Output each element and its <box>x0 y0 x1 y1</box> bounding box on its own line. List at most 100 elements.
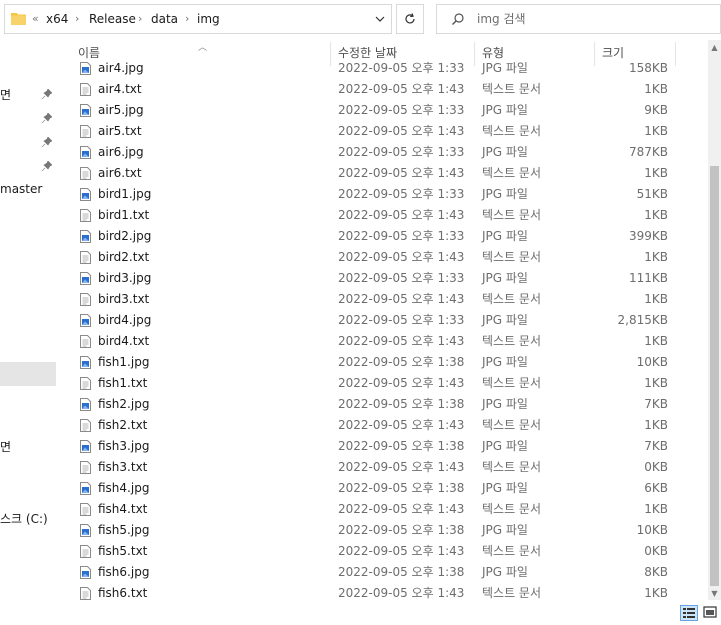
file-row[interactable]: air4.jpg 2022-09-05 오후 1:33 JPG 파일 158KB <box>58 60 708 79</box>
file-name: bird4.txt <box>98 334 150 348</box>
details-view-icon <box>683 608 695 618</box>
file-size: 2,815KB <box>617 313 668 327</box>
file-row[interactable]: air5.jpg 2022-09-05 오후 1:33 JPG 파일 9KB <box>58 100 708 121</box>
file-size: 1KB <box>644 208 668 222</box>
file-row[interactable]: fish2.jpg 2022-09-05 오후 1:38 JPG 파일 7KB <box>58 394 708 415</box>
file-name: fish1.jpg <box>98 355 150 369</box>
thumbnail-view-button[interactable] <box>702 605 720 621</box>
address-bar[interactable]: « x64 › Release › data › img <box>4 4 392 34</box>
breadcrumb-img[interactable]: img <box>197 5 220 33</box>
file-row[interactable]: fish5.txt 2022-09-05 오후 1:43 텍스트 문서 0KB <box>58 541 708 562</box>
image-file-icon <box>80 146 91 159</box>
file-type: 텍스트 문서 <box>482 460 542 474</box>
refresh-icon <box>405 13 415 24</box>
details-view-button[interactable] <box>680 605 698 621</box>
search-box[interactable]: img 검색 <box>436 4 721 34</box>
file-date: 2022-09-05 오후 1:43 <box>338 334 465 348</box>
scroll-up-icon[interactable]: ▲ <box>710 44 719 52</box>
file-type: 텍스트 문서 <box>482 82 542 96</box>
nav-item-selected[interactable] <box>0 362 56 386</box>
sort-ascending-icon: ︿ <box>198 43 208 53</box>
file-size: 1KB <box>644 250 668 264</box>
file-type: 텍스트 문서 <box>482 124 542 138</box>
file-row[interactable]: air6.jpg 2022-09-05 오후 1:33 JPG 파일 787KB <box>58 142 708 163</box>
file-row[interactable]: bird3.jpg 2022-09-05 오후 1:33 JPG 파일 111KB <box>58 268 708 289</box>
file-size: 0KB <box>644 460 668 474</box>
folder-icon <box>11 13 26 25</box>
search-input[interactable]: img 검색 <box>477 5 526 33</box>
file-row[interactable]: fish1.jpg 2022-09-05 오후 1:38 JPG 파일 10KB <box>58 352 708 373</box>
image-file-icon <box>80 398 91 411</box>
text-file-icon <box>80 419 91 432</box>
file-name: air6.jpg <box>98 145 144 159</box>
file-row[interactable]: fish3.jpg 2022-09-05 오후 1:38 JPG 파일 7KB <box>58 436 708 457</box>
file-size: 1KB <box>644 292 668 306</box>
scroll-down-icon[interactable]: ▼ <box>710 590 719 598</box>
file-row[interactable]: fish6.jpg 2022-09-05 오후 1:38 JPG 파일 8KB <box>58 562 708 583</box>
file-row[interactable]: air5.txt 2022-09-05 오후 1:43 텍스트 문서 1KB <box>58 121 708 142</box>
breadcrumb-data[interactable]: data <box>151 5 178 33</box>
file-size: 1KB <box>644 82 668 96</box>
file-name: air4.jpg <box>98 61 144 75</box>
scrollbar-thumb[interactable] <box>710 166 719 586</box>
file-date: 2022-09-05 오후 1:33 <box>338 187 465 201</box>
file-row[interactable]: fish4.txt 2022-09-05 오후 1:43 텍스트 문서 1KB <box>58 499 708 520</box>
file-row[interactable]: bird4.jpg 2022-09-05 오후 1:33 JPG 파일 2,815KB <box>58 310 708 331</box>
file-row[interactable]: fish5.jpg 2022-09-05 오후 1:38 JPG 파일 10KB <box>58 520 708 541</box>
file-row[interactable]: fish1.txt 2022-09-05 오후 1:43 텍스트 문서 1KB <box>58 373 708 394</box>
file-name: fish3.txt <box>98 460 148 474</box>
file-size: 1KB <box>644 376 668 390</box>
file-row[interactable]: air4.txt 2022-09-05 오후 1:43 텍스트 문서 1KB <box>58 79 708 100</box>
text-file-icon <box>80 125 91 138</box>
file-type: 텍스트 문서 <box>482 250 542 264</box>
nav-item[interactable]: 면 <box>0 86 11 103</box>
file-name: air6.txt <box>98 166 142 180</box>
nav-item-local-disk[interactable]: 스크 (C:) <box>0 510 48 527</box>
file-name: fish1.txt <box>98 376 148 390</box>
file-date: 2022-09-05 오후 1:43 <box>338 82 465 96</box>
file-type: JPG 파일 <box>482 565 528 579</box>
pin-icon <box>42 137 52 147</box>
file-name: bird1.jpg <box>98 187 152 201</box>
file-date: 2022-09-05 오후 1:33 <box>338 271 465 285</box>
file-name: fish5.jpg <box>98 523 150 537</box>
file-date: 2022-09-05 오후 1:43 <box>338 376 465 390</box>
nav-item[interactable]: 면 <box>0 438 11 455</box>
file-type: 텍스트 문서 <box>482 376 542 390</box>
file-type: 텍스트 문서 <box>482 334 542 348</box>
chevron-down-icon[interactable] <box>373 12 387 26</box>
image-file-icon <box>80 188 91 201</box>
text-file-icon <box>80 83 91 96</box>
file-date: 2022-09-05 오후 1:43 <box>338 124 465 138</box>
nav-item-master[interactable]: master <box>0 182 42 196</box>
breadcrumb-overflow[interactable]: « <box>32 5 39 33</box>
file-row[interactable]: fish2.txt 2022-09-05 오후 1:43 텍스트 문서 1KB <box>58 415 708 436</box>
pin-icon <box>42 113 52 123</box>
file-date: 2022-09-05 오후 1:38 <box>338 481 465 495</box>
file-row[interactable]: air6.txt 2022-09-05 오후 1:43 텍스트 문서 1KB <box>58 163 708 184</box>
file-row[interactable]: bird1.txt 2022-09-05 오후 1:43 텍스트 문서 1KB <box>58 205 708 226</box>
breadcrumb-release[interactable]: Release <box>89 5 136 33</box>
file-name: fish6.jpg <box>98 565 150 579</box>
file-row[interactable]: bird3.txt 2022-09-05 오후 1:43 텍스트 문서 1KB <box>58 289 708 310</box>
file-row[interactable]: bird4.txt 2022-09-05 오후 1:43 텍스트 문서 1KB <box>58 331 708 352</box>
file-type: 텍스트 문서 <box>482 208 542 222</box>
file-row[interactable]: fish3.txt 2022-09-05 오후 1:43 텍스트 문서 0KB <box>58 457 708 478</box>
file-row[interactable]: bird2.txt 2022-09-05 오후 1:43 텍스트 문서 1KB <box>58 247 708 268</box>
file-type: JPG 파일 <box>482 61 528 75</box>
file-date: 2022-09-05 오후 1:38 <box>338 355 465 369</box>
file-row[interactable]: bird2.jpg 2022-09-05 오후 1:33 JPG 파일 399KB <box>58 226 708 247</box>
file-name: fish2.jpg <box>98 397 150 411</box>
breadcrumb-separator: › <box>138 12 143 25</box>
file-row[interactable]: bird1.jpg 2022-09-05 오후 1:33 JPG 파일 51KB <box>58 184 708 205</box>
file-name: fish4.jpg <box>98 481 150 495</box>
breadcrumb-x64[interactable]: x64 <box>46 5 68 33</box>
file-type: JPG 파일 <box>482 229 528 243</box>
refresh-button[interactable] <box>396 4 424 34</box>
image-file-icon <box>80 482 91 495</box>
file-row[interactable]: fish4.jpg 2022-09-05 오후 1:38 JPG 파일 6KB <box>58 478 708 499</box>
file-type: 텍스트 문서 <box>482 544 542 558</box>
file-size: 7KB <box>644 439 668 453</box>
image-file-icon <box>80 314 91 327</box>
file-name: fish3.jpg <box>98 439 150 453</box>
